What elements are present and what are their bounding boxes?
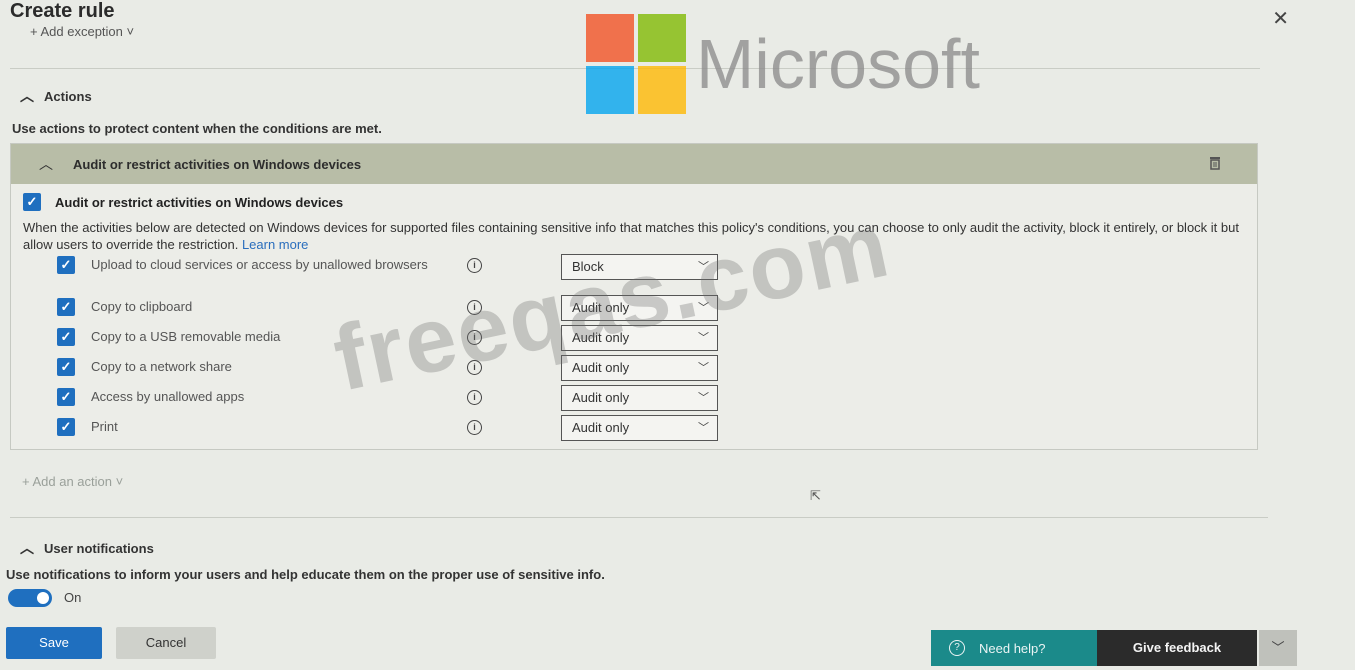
dropdown-value: Audit only [572, 420, 630, 435]
notifications-section-header[interactable]: ︿ User notifications [20, 538, 154, 558]
notifications-toggle[interactable] [8, 589, 52, 607]
chevron-down-icon: ﹀ [698, 422, 709, 434]
info-icon[interactable]: i [467, 420, 482, 435]
mouse-pointer-icon: ⇱ [810, 488, 821, 503]
chevron-down-icon: ﹀ [698, 392, 709, 404]
add-exception-button[interactable]: + Add exception ˅ [30, 24, 134, 39]
action-panel-header[interactable]: ︿ Audit or restrict activities on Window… [11, 144, 1257, 184]
divider [10, 517, 1268, 518]
activity-checkbox[interactable]: ✓ [57, 358, 75, 376]
toggle-state-label: On [64, 590, 82, 605]
microsoft-wordmark: Microsoft [696, 25, 980, 103]
action-panel-title: Audit or restrict activities on Windows … [73, 156, 362, 172]
close-icon[interactable]: ✕ [1272, 6, 1289, 31]
delete-icon[interactable] [1209, 156, 1221, 170]
dropdown-value: Audit only [572, 390, 630, 405]
activity-label: Upload to cloud services or access by un… [91, 257, 428, 272]
activity-restriction-dropdown[interactable]: Audit only ﹀ [561, 385, 718, 411]
activity-label: Print [91, 419, 118, 434]
toggle-knob [37, 592, 49, 604]
notifications-description: Use notifications to inform your users a… [6, 567, 605, 582]
chevron-down-icon: ﹀ [698, 362, 709, 374]
save-button[interactable]: Save [6, 627, 102, 659]
activity-checkbox[interactable]: ✓ [57, 298, 75, 316]
main-checkbox-label: Audit or restrict activities on Windows … [55, 194, 344, 210]
chevron-down-icon[interactable]: ﹀ [1259, 630, 1297, 666]
microsoft-logo-icon [586, 14, 686, 114]
help-icon: ? [949, 640, 965, 656]
activity-restriction-dropdown[interactable]: Audit only ﹀ [561, 415, 718, 441]
info-icon[interactable]: i [467, 258, 482, 273]
need-help-label: Need help? [979, 640, 1046, 656]
info-icon[interactable]: i [467, 390, 482, 405]
activity-checkbox[interactable]: ✓ [57, 256, 75, 274]
notifications-heading: User notifications [44, 540, 154, 556]
main-checkbox-row: ✓ Audit or restrict activities on Window… [23, 193, 343, 211]
give-feedback-button[interactable]: Give feedback [1097, 630, 1257, 666]
cancel-button[interactable]: Cancel [116, 627, 216, 659]
actions-description: Use actions to protect content when the … [12, 121, 382, 136]
page-title: Create rule [10, 0, 115, 22]
add-action-button[interactable]: + Add an action ˅ [22, 474, 123, 489]
learn-more-link[interactable]: Learn more [242, 237, 308, 252]
activity-checkbox[interactable]: ✓ [57, 418, 75, 436]
need-help-button[interactable]: ? Need help? [931, 630, 1097, 666]
actions-section-header[interactable]: ︿ Actions [20, 86, 92, 106]
actions-heading: Actions [44, 88, 92, 104]
activity-checkbox[interactable]: ✓ [57, 328, 75, 346]
chevron-up-icon: ︿ [20, 88, 34, 104]
microsoft-logo: Microsoft [586, 14, 980, 114]
main-checkbox[interactable]: ✓ [23, 193, 41, 211]
chevron-up-icon: ︿ [20, 540, 34, 556]
chevron-up-icon: ︿ [39, 156, 53, 172]
activity-checkbox[interactable]: ✓ [57, 388, 75, 406]
